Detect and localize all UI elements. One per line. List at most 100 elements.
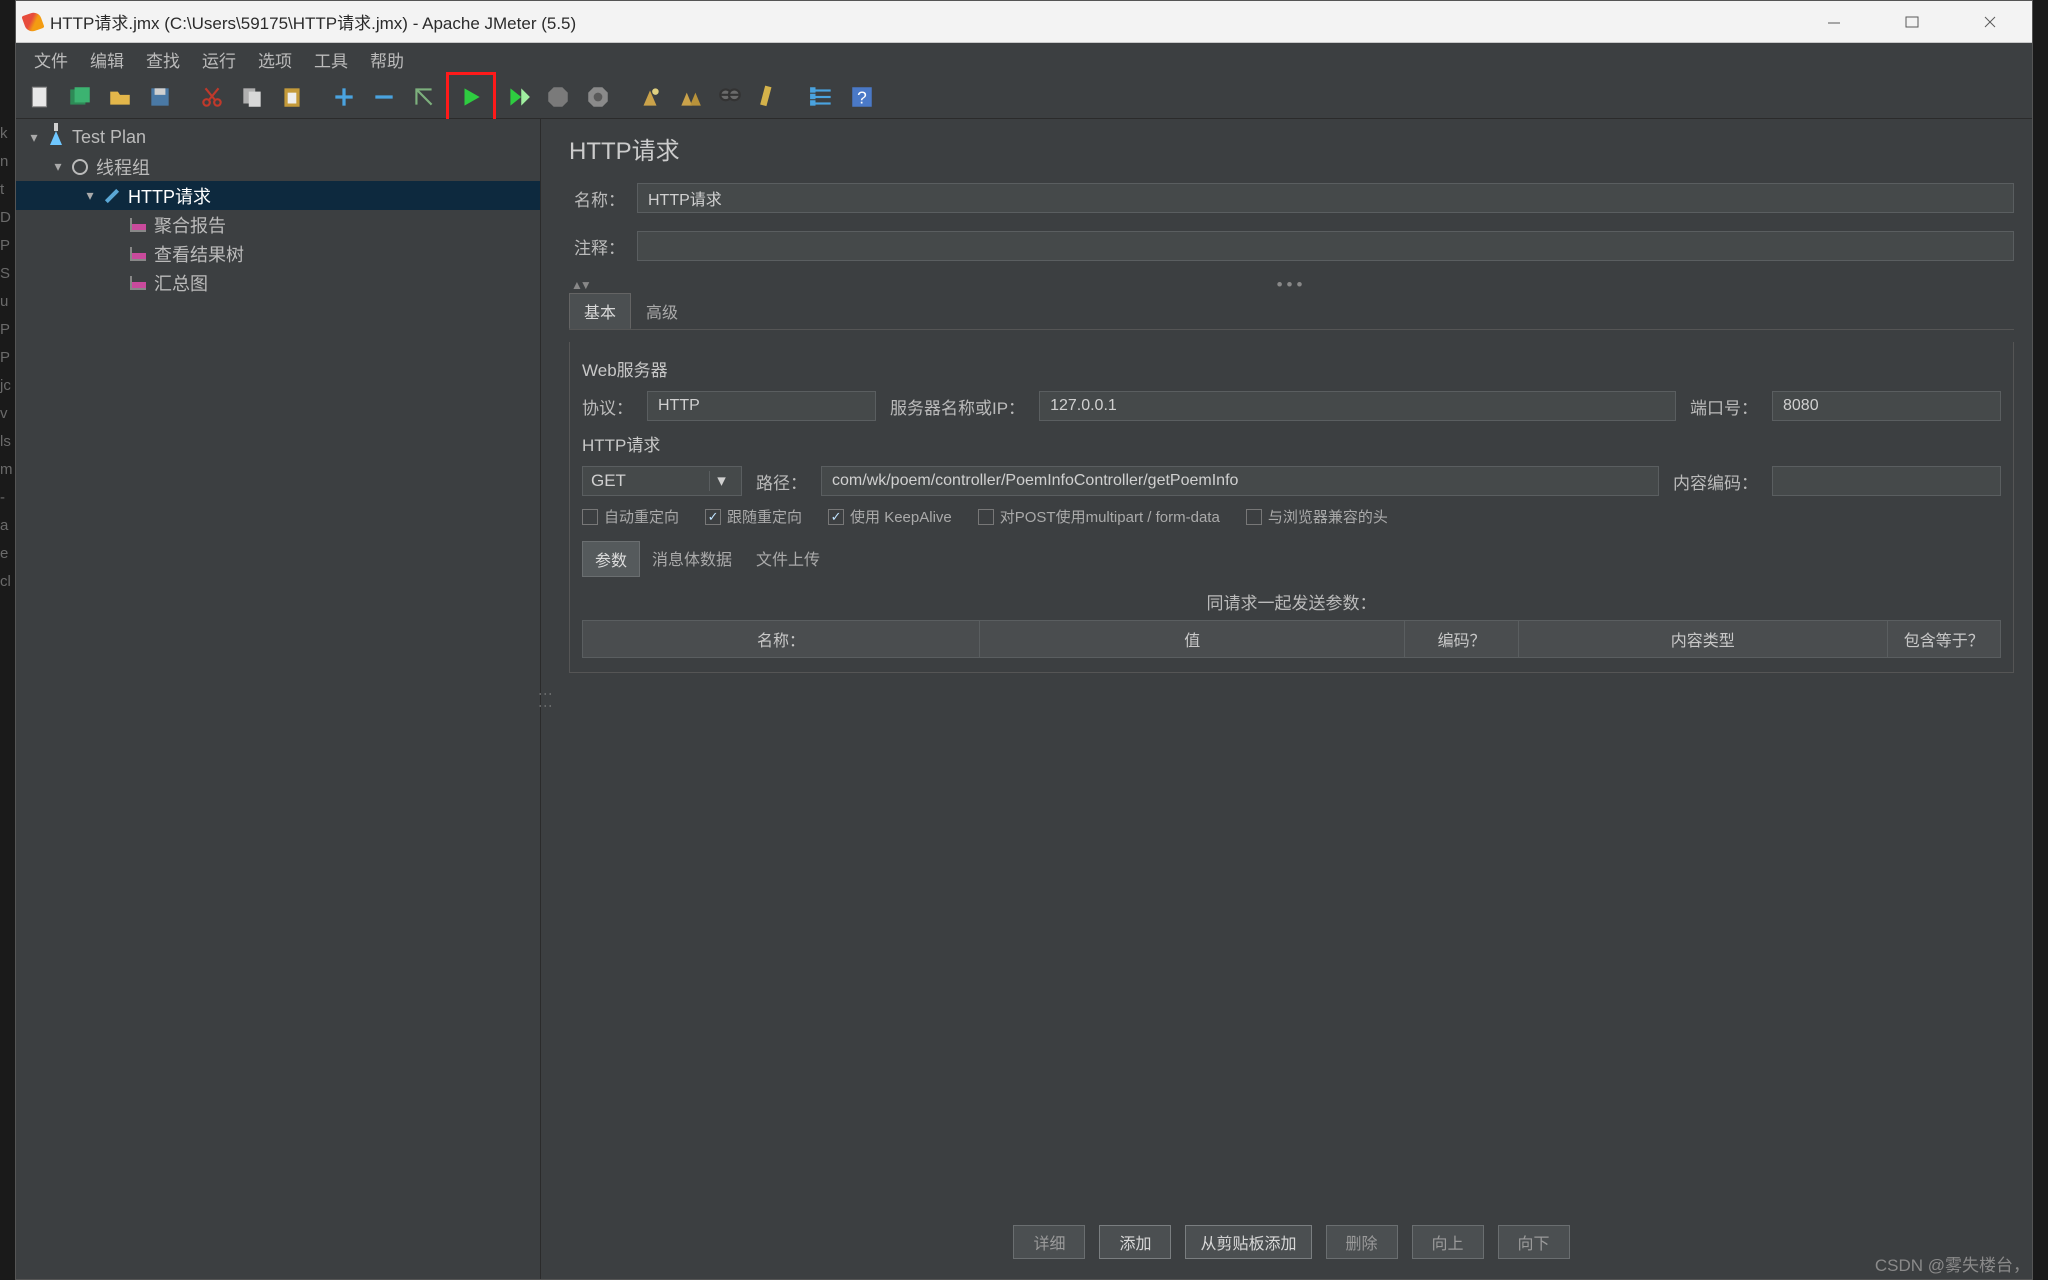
col-value[interactable]: 值 — [980, 621, 1405, 658]
templates-icon[interactable] — [62, 79, 98, 115]
svg-text:?: ? — [857, 87, 867, 107]
tree-label: Test Plan — [72, 127, 146, 148]
server-input[interactable] — [1039, 391, 1676, 421]
col-content-type[interactable]: 内容类型 — [1518, 621, 1887, 658]
name-input[interactable] — [637, 183, 2014, 213]
menu-tools[interactable]: 工具 — [304, 43, 358, 76]
help-icon[interactable]: ? — [844, 79, 880, 115]
inner-tab-body[interactable]: 消息体数据 — [640, 541, 744, 577]
method-value: GET — [591, 471, 626, 491]
background-letters: kn tDPSuPPjcvlsm -aecl — [0, 120, 12, 596]
tree-view-results[interactable]: 查看结果树 — [16, 239, 540, 268]
find-icon[interactable] — [712, 79, 748, 115]
chk-auto-redirect[interactable]: 自动重定向 — [582, 506, 679, 527]
menu-help[interactable]: 帮助 — [360, 43, 414, 76]
chk-keepalive[interactable]: 使用 KeepAlive — [828, 506, 952, 527]
shutdown-icon[interactable] — [580, 79, 616, 115]
tree-panel: ▾ Test Plan ▾ 线程组 ▾ HTTP请求 聚合报告 查看结果树 — [16, 119, 541, 1279]
tree-test-plan[interactable]: ▾ Test Plan — [16, 123, 540, 152]
splitter[interactable]: ⋮⋮ — [541, 119, 551, 1279]
tab-advanced[interactable]: 高级 — [631, 293, 693, 329]
port-label: 端口号： — [1690, 394, 1758, 419]
protocol-label: 协议： — [582, 394, 633, 419]
cut-icon[interactable] — [194, 79, 230, 115]
comment-input[interactable] — [637, 231, 2014, 261]
collapse-icon[interactable] — [366, 79, 402, 115]
menubar: 文件 编辑 查找 运行 选项 工具 帮助 — [16, 43, 2032, 75]
toggle-icon[interactable] — [406, 79, 442, 115]
col-encode[interactable]: 编码？ — [1405, 621, 1518, 658]
tree-aggregate-report[interactable]: 聚合报告 — [16, 210, 540, 239]
jmeter-logo-icon — [21, 10, 44, 33]
window-title: HTTP请求.jmx (C:\Users\59175\HTTP请求.jmx) -… — [50, 9, 576, 34]
btn-add[interactable]: 添加 — [1099, 1225, 1171, 1259]
web-server-section: Web服务器 协议： 服务器名称或IP： 端口号： HTTP请求 GET ▾ 路… — [569, 342, 2014, 673]
params-table[interactable]: 名称： 值 编码？ 内容类型 包含等于？ — [582, 620, 2001, 658]
report-icon — [128, 215, 148, 235]
chevron-down-icon[interactable]: ▾ — [52, 158, 64, 175]
col-include-equals[interactable]: 包含等于？ — [1887, 621, 2000, 658]
tree-label: 线程组 — [96, 154, 150, 180]
chk-follow-redirect[interactable]: 跟随重定向 — [705, 506, 802, 527]
encoding-label: 内容编码： — [1673, 469, 1758, 494]
btn-delete[interactable]: 删除 — [1326, 1225, 1398, 1259]
tab-basic[interactable]: 基本 — [569, 293, 631, 329]
report-icon — [128, 273, 148, 293]
port-input[interactable] — [1772, 391, 2001, 421]
function-helper-icon[interactable] — [752, 79, 788, 115]
param-buttons: 详细 添加 从剪贴板添加 删除 向上 向下 — [551, 1225, 2032, 1259]
open-icon[interactable] — [102, 79, 138, 115]
tree-http-request[interactable]: ▾ HTTP请求 — [16, 181, 540, 210]
run-icon[interactable] — [453, 79, 489, 115]
inner-tab-files[interactable]: 文件上传 — [744, 541, 832, 577]
window-maximize[interactable] — [1888, 6, 1936, 38]
expand-icon[interactable] — [326, 79, 362, 115]
btn-detail[interactable]: 详细 — [1013, 1225, 1085, 1259]
tree-label: 聚合报告 — [154, 212, 226, 238]
menu-run[interactable]: 运行 — [192, 43, 246, 76]
tree-thread-group[interactable]: ▾ 线程组 — [16, 152, 540, 181]
comment-label: 注释： — [569, 234, 625, 259]
copy-icon[interactable] — [234, 79, 270, 115]
window-minimize[interactable] — [1810, 6, 1858, 38]
expand-tree-icon[interactable] — [804, 79, 840, 115]
tree-label: 汇总图 — [154, 270, 208, 296]
editor-panel: HTTP请求 名称： 注释： ▲▼ ••• 基本 高级 Web服务器 — [551, 119, 2032, 1279]
chk-browser-headers[interactable]: 与浏览器兼容的头 — [1246, 506, 1388, 527]
section-collapse[interactable]: ▲▼ ••• — [569, 276, 2014, 294]
http-request-legend: HTTP请求 — [582, 431, 2001, 456]
menu-search[interactable]: 查找 — [136, 43, 190, 76]
path-input[interactable] — [821, 466, 1659, 496]
new-file-icon[interactable] — [22, 79, 58, 115]
btn-up[interactable]: 向上 — [1412, 1225, 1484, 1259]
inner-tab-params[interactable]: 参数 — [582, 541, 640, 577]
clear-all-icon[interactable] — [672, 79, 708, 115]
chevron-down-icon[interactable]: ▾ — [28, 129, 40, 146]
clear-icon[interactable] — [632, 79, 668, 115]
run-button-highlighted[interactable] — [446, 72, 496, 122]
col-name[interactable]: 名称： — [583, 621, 980, 658]
method-combo[interactable]: GET ▾ — [582, 466, 742, 496]
param-caption: 同请求一起发送参数： — [582, 589, 2001, 614]
encoding-input[interactable] — [1772, 466, 2001, 496]
btn-down[interactable]: 向下 — [1498, 1225, 1570, 1259]
window-close[interactable] — [1966, 6, 2014, 38]
app-window: HTTP请求.jmx (C:\Users\59175\HTTP请求.jmx) -… — [15, 0, 2033, 1280]
tree-summary-graph[interactable]: 汇总图 — [16, 268, 540, 297]
menu-edit[interactable]: 编辑 — [80, 43, 134, 76]
menu-file[interactable]: 文件 — [24, 43, 78, 76]
run-no-pause-icon[interactable] — [500, 79, 536, 115]
stop-icon[interactable] — [540, 79, 576, 115]
protocol-input[interactable] — [647, 391, 876, 421]
collapse-triangles-icon: ▲▼ — [571, 278, 589, 292]
flask-icon — [46, 128, 66, 148]
report-icon — [128, 244, 148, 264]
menu-options[interactable]: 选项 — [248, 43, 302, 76]
config-tabs: 基本 高级 — [569, 298, 2014, 330]
chevron-down-icon[interactable]: ▾ — [84, 187, 96, 204]
titlebar: HTTP请求.jmx (C:\Users\59175\HTTP请求.jmx) -… — [16, 1, 2032, 43]
paste-icon[interactable] — [274, 79, 310, 115]
chk-multipart[interactable]: 对POST使用multipart / form-data — [978, 506, 1220, 527]
save-icon[interactable] — [142, 79, 178, 115]
btn-from-clipboard[interactable]: 从剪贴板添加 — [1185, 1225, 1311, 1259]
